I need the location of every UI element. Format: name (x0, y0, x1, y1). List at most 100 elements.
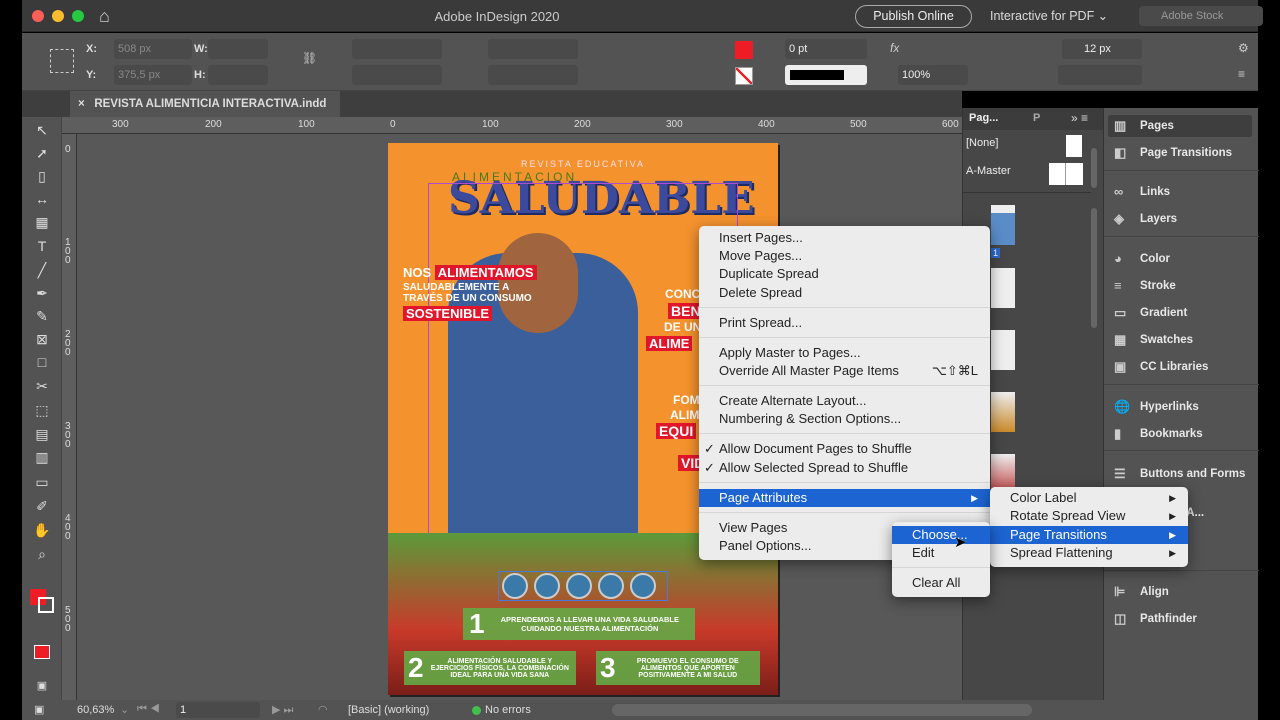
menu-numbering-section[interactable]: Numbering & Section Options... (699, 410, 990, 428)
horizontal-scrollbar[interactable] (612, 704, 1032, 716)
close-window-button[interactable] (32, 10, 44, 22)
dock-page-transitions[interactable]: ◧ Page Transitions (1112, 142, 1252, 164)
menu-allow-spread-shuffle[interactable]: ✓ Allow Selected Spread to Shuffle (699, 459, 990, 477)
stroke-swatch[interactable] (735, 67, 753, 85)
page-thumbnail-4[interactable] (991, 392, 1015, 432)
fx-icon[interactable]: fx (890, 41, 899, 55)
document-tab[interactable]: × REVISTA ALIMENTICIA INTERACTIVA.indd @… (70, 91, 340, 136)
first-page-button[interactable] (502, 573, 528, 599)
menu-allow-document-shuffle[interactable]: ✓ Allow Document Pages to Shuffle (699, 440, 990, 458)
zoom-chevron-icon[interactable]: ⌄ (120, 703, 129, 716)
page-thumbnail-3[interactable] (991, 330, 1015, 370)
stroke-color-swatch[interactable] (38, 597, 54, 613)
submenu-choose[interactable]: Choose... (892, 526, 990, 544)
dock-pages[interactable]: ▥ Pages (1112, 115, 1252, 137)
menu-duplicate-spread[interactable]: Duplicate Spread (699, 265, 990, 283)
pencil-tool-icon[interactable]: ✎ (32, 307, 52, 325)
dock-layers[interactable]: ◈ Layers (1112, 208, 1252, 230)
opacity-field[interactable]: 100% (898, 65, 968, 85)
apply-color-button[interactable] (34, 645, 50, 659)
style-dropdown[interactable] (1058, 65, 1142, 85)
gap-field[interactable]: 12 px (1062, 39, 1142, 59)
master-a[interactable]: A-Master (966, 165, 1011, 177)
pen-tool-icon[interactable]: ✒ (32, 284, 52, 302)
last-page-button[interactable] (630, 573, 656, 599)
fill-swatch[interactable] (735, 41, 753, 59)
note-tool-icon[interactable]: ▭ (32, 473, 52, 491)
screen-mode-icon[interactable]: ▣ (34, 703, 44, 716)
dock-links[interactable]: ∞ Links (1112, 181, 1252, 203)
direct-selection-tool-icon[interactable]: ➚ (32, 144, 52, 162)
submenu-page-transitions[interactable]: Page Transitions ▶ (990, 526, 1188, 544)
free-transform-tool-icon[interactable]: ⬚ (32, 401, 52, 419)
menu-page-attributes[interactable]: Page Attributes ▶ (699, 489, 990, 507)
reference-point-icon[interactable] (50, 49, 74, 73)
zoom-level[interactable]: 60,63% (77, 704, 114, 716)
page-thumbnail-2[interactable] (991, 268, 1015, 308)
gap-tool-icon[interactable]: ↔ (32, 190, 52, 208)
stroke-type-dropdown[interactable] (785, 65, 867, 85)
panel-menu-icon[interactable]: ≡ (1238, 67, 1245, 81)
rectangle-frame-tool-icon[interactable]: ⊠ (32, 330, 52, 348)
previous-page-button[interactable] (534, 573, 560, 599)
scissors-tool-icon[interactable]: ✂ (32, 377, 52, 395)
dock-hyperlinks[interactable]: 🌐 Hyperlinks (1112, 396, 1252, 418)
line-tool-icon[interactable]: ╱ (32, 261, 52, 279)
w-field[interactable] (208, 39, 268, 59)
submenu-rotate-spread-view[interactable]: Rotate Spread View ▶ (990, 507, 1188, 525)
gradient-tool-icon[interactable]: ▤ (32, 425, 52, 443)
first-page-icon[interactable]: ⏮ ◀ (137, 703, 160, 716)
submenu-color-label[interactable]: Color Label ▶ (990, 489, 1188, 507)
screen-mode-icon[interactable]: ▣ (32, 677, 52, 695)
pages-tab[interactable]: Pag... (969, 112, 998, 124)
page-thumbnail-1[interactable] (991, 205, 1015, 245)
dock-color[interactable]: ◕ Color (1112, 248, 1252, 270)
menu-override-master-items[interactable]: Override All Master Page Items ⌥⇧⌘L (699, 362, 990, 380)
master-none[interactable]: [None] (966, 137, 998, 149)
content-collector-icon[interactable]: ▦ (32, 213, 52, 231)
dock-pathfinder[interactable]: ◫ Pathfinder (1112, 608, 1252, 630)
preflight-profile[interactable]: [Basic] (working) (348, 704, 429, 716)
dock-swatches[interactable]: ▦ Swatches (1112, 329, 1252, 351)
dock-buttons-and-forms[interactable]: ☰ Buttons and Forms (1112, 463, 1252, 485)
adobe-stock-search[interactable]: Adobe Stock (1139, 6, 1263, 26)
scrollbar[interactable] (1091, 208, 1097, 328)
scale-x-field[interactable] (352, 39, 442, 59)
type-tool-icon[interactable]: T (32, 237, 52, 255)
next-page-button[interactable] (598, 573, 624, 599)
page-tool-icon[interactable]: ▯ (32, 167, 52, 185)
eyedropper-tool-icon[interactable]: ✐ (32, 497, 52, 515)
scrollbar[interactable] (1091, 148, 1097, 188)
menu-insert-pages[interactable]: Insert Pages... (699, 229, 990, 247)
home-icon[interactable]: ⌂ (99, 6, 110, 27)
submenu-clear-all[interactable]: Clear All (892, 574, 990, 592)
dock-stroke[interactable]: ≡ Stroke (1112, 275, 1252, 297)
scale-y-field[interactable] (352, 65, 442, 85)
shear-field[interactable] (488, 65, 578, 85)
selection-tool-icon[interactable]: ↖ (32, 121, 52, 139)
gradient-feather-icon[interactable]: ▥ (32, 448, 52, 466)
error-status[interactable]: No errors (485, 704, 531, 716)
zoom-window-button[interactable] (72, 10, 84, 22)
next-page-icon[interactable]: ▶ ⏭ (272, 703, 293, 717)
dock-align[interactable]: ⊫ Align (1112, 581, 1252, 603)
minimize-window-button[interactable] (52, 10, 64, 22)
zoom-tool-icon[interactable]: ⌕ (32, 545, 52, 563)
menu-apply-master[interactable]: Apply Master to Pages... (699, 344, 990, 362)
dock-cc-libraries[interactable]: ▣ CC Libraries (1112, 356, 1252, 378)
menu-delete-spread[interactable]: Delete Spread (699, 284, 990, 302)
y-field[interactable]: 375,5 px (114, 65, 192, 85)
close-tab-icon[interactable]: × (78, 98, 85, 110)
gear-icon[interactable]: ⚙ (1238, 41, 1249, 55)
dock-bookmarks[interactable]: ▮ Bookmarks (1112, 423, 1252, 445)
second-tab[interactable]: P (1033, 112, 1040, 124)
page-number-field[interactable]: 1 (176, 702, 260, 718)
menu-create-alternate-layout[interactable]: Create Alternate Layout... (699, 392, 990, 410)
home-button[interactable] (566, 573, 592, 599)
dock-gradient[interactable]: ▭ Gradient (1112, 302, 1252, 324)
panel-menu-icon[interactable]: » ≡ (1071, 111, 1088, 125)
rectangle-tool-icon[interactable]: □ (32, 353, 52, 371)
preflight-icon[interactable]: ◠ (318, 703, 328, 716)
menu-print-spread[interactable]: Print Spread... (699, 314, 990, 332)
x-field[interactable]: 508 px (114, 39, 192, 59)
